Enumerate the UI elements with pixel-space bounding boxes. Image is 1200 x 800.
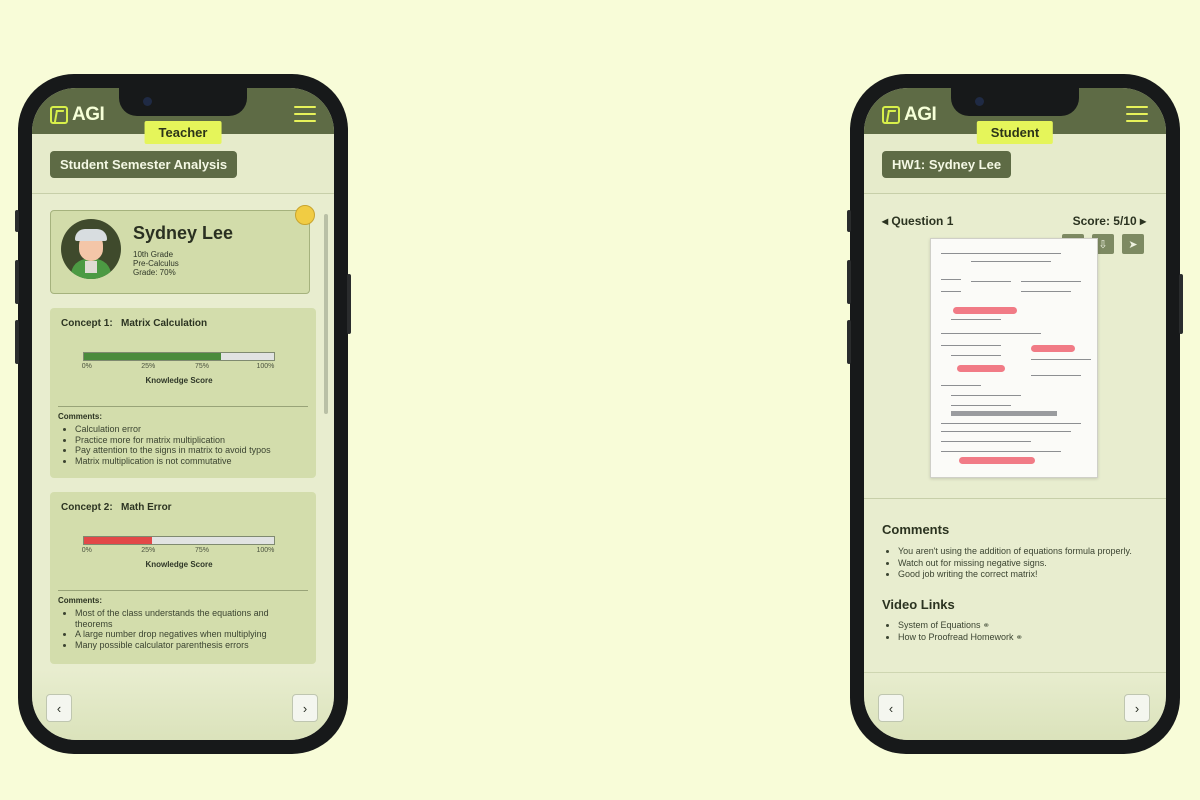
student-grade: Grade: 70% [133,268,176,277]
student-phone: AGI Student HW1: Sydney Lee ◂ Question 1… [847,74,1183,754]
front-camera [143,97,152,106]
prev-button[interactable]: ‹ [878,694,904,722]
phone-volume-down-button [15,320,19,364]
student-grade-level: 10th Grade [133,250,174,259]
student-course: Pre-Calculus [133,259,179,268]
divider [864,498,1166,499]
question-selector[interactable]: ◂ Question 1 [882,214,953,228]
knowledge-score-fill [84,537,153,544]
comments-heading: Comments: [58,412,103,421]
list-item: A large number drop negatives when multi… [75,629,295,640]
page-title: HW1: Sydney Lee [882,151,1012,178]
comments-heading: Comments: [58,596,103,605]
phone-side-button [15,210,19,232]
bottom-fade [32,670,334,740]
avatar [61,219,121,279]
comments-list: You aren't using the addition of equatio… [898,546,1158,581]
homework-image[interactable] [930,238,1098,478]
list-item: Many possible calculator parenthesis err… [75,640,295,651]
score-ticks: 0% 25% 75% 100% [81,363,275,373]
knowledge-score-bar [83,352,275,361]
list-item: You aren't using the addition of equatio… [898,546,1158,558]
teacher-screen: AGI Teacher Student Semester Analysis Sy… [32,88,334,740]
page-title: Student Semester Analysis [50,151,238,178]
link-icon: ⚭ [982,620,991,630]
score-display[interactable]: Score: 5/10 ▸ [1073,214,1146,228]
comments-list: Calculation error Practice more for matr… [75,424,295,466]
role-tag: Student [976,121,1054,144]
notch [951,88,1079,116]
divider [58,590,308,591]
video-links-heading: Video Links [882,597,955,612]
phone-volume-down-button [847,320,851,364]
hamburger-menu-icon[interactable] [294,106,316,122]
notch [119,88,247,116]
logo-text: AGI [904,104,937,125]
logo-mark-icon [882,106,900,124]
tick-label: 100% [256,547,275,554]
concept-card[interactable]: Concept 1: Matrix Calculation 0% 25% 75%… [50,308,316,478]
next-button[interactable]: › [292,694,318,722]
knowledge-score-bar [83,536,275,545]
status-indicator [295,205,315,225]
logo-mark-icon [50,106,68,124]
scrollbar[interactable] [324,214,328,414]
list-item: Calculation error [75,424,295,435]
list-item: Most of the class understands the equati… [75,608,295,629]
logo-text: AGI [72,104,105,125]
phone-volume-up-button [847,260,851,304]
video-link-item[interactable]: How to Proofread Homework⚭ [898,632,1158,644]
tick-label: 0% [81,363,92,370]
app-logo[interactable]: AGI [882,104,937,126]
list-item: Practice more for matrix multiplication [75,435,295,446]
divider [58,406,308,407]
student-profile-card[interactable]: Sydney Lee 10th Grade Pre-Calculus Grade… [50,205,315,294]
video-link-item[interactable]: System of Equations⚭ [898,620,1158,632]
video-links-list: System of Equations⚭ How to Proofread Ho… [898,620,1158,643]
front-camera [975,97,984,106]
phone-power-button [347,274,351,334]
score-ticks: 0% 25% 75% 100% [81,547,275,557]
tick-label: 75% [195,363,210,370]
student-name: Sydney Lee [133,223,234,243]
tick-label: 0% [81,547,92,554]
phone-side-button [847,210,851,232]
tick-label: 75% [195,547,210,554]
knowledge-score-fill [84,353,221,360]
next-button[interactable]: › [1124,694,1150,722]
knowledge-score-label: Knowledge Score [145,376,213,385]
list-item: Matrix multiplication is not commutative [75,456,295,467]
comments-list: Most of the class understands the equati… [75,608,295,650]
phone-power-button [1179,274,1183,334]
concept-card[interactable]: Concept 2: Math Error 0% 25% 75% 100% Kn… [50,492,316,664]
bottom-fade [864,670,1166,740]
list-item: Watch out for missing negative signs. [898,558,1158,570]
role-tag: Teacher [144,121,222,144]
tick-label: 25% [141,363,156,370]
concept-title: Concept 1: Matrix Calculation [61,318,208,329]
tick-label: 25% [141,547,156,554]
list-item: Good job writing the correct matrix! [898,569,1158,581]
tick-label: 100% [256,363,275,370]
question-nav: ◂ Question 1 Score: 5/10 ▸ [882,214,1146,232]
list-item: Pay attention to the signs in matrix to … [75,445,295,456]
send-icon[interactable]: ➤ [1122,234,1144,254]
knowledge-score-label: Knowledge Score [145,560,213,569]
concept-title: Concept 2: Math Error [61,502,172,513]
hamburger-menu-icon[interactable] [1126,106,1148,122]
comments-heading: Comments [882,522,950,537]
student-screen: AGI Student HW1: Sydney Lee ◂ Question 1… [864,88,1166,740]
phone-volume-up-button [15,260,19,304]
prev-button[interactable]: ‹ [46,694,72,722]
app-logo[interactable]: AGI [50,104,105,126]
link-icon: ⚭ [1015,631,1024,642]
teacher-phone: AGI Teacher Student Semester Analysis Sy… [15,74,351,754]
